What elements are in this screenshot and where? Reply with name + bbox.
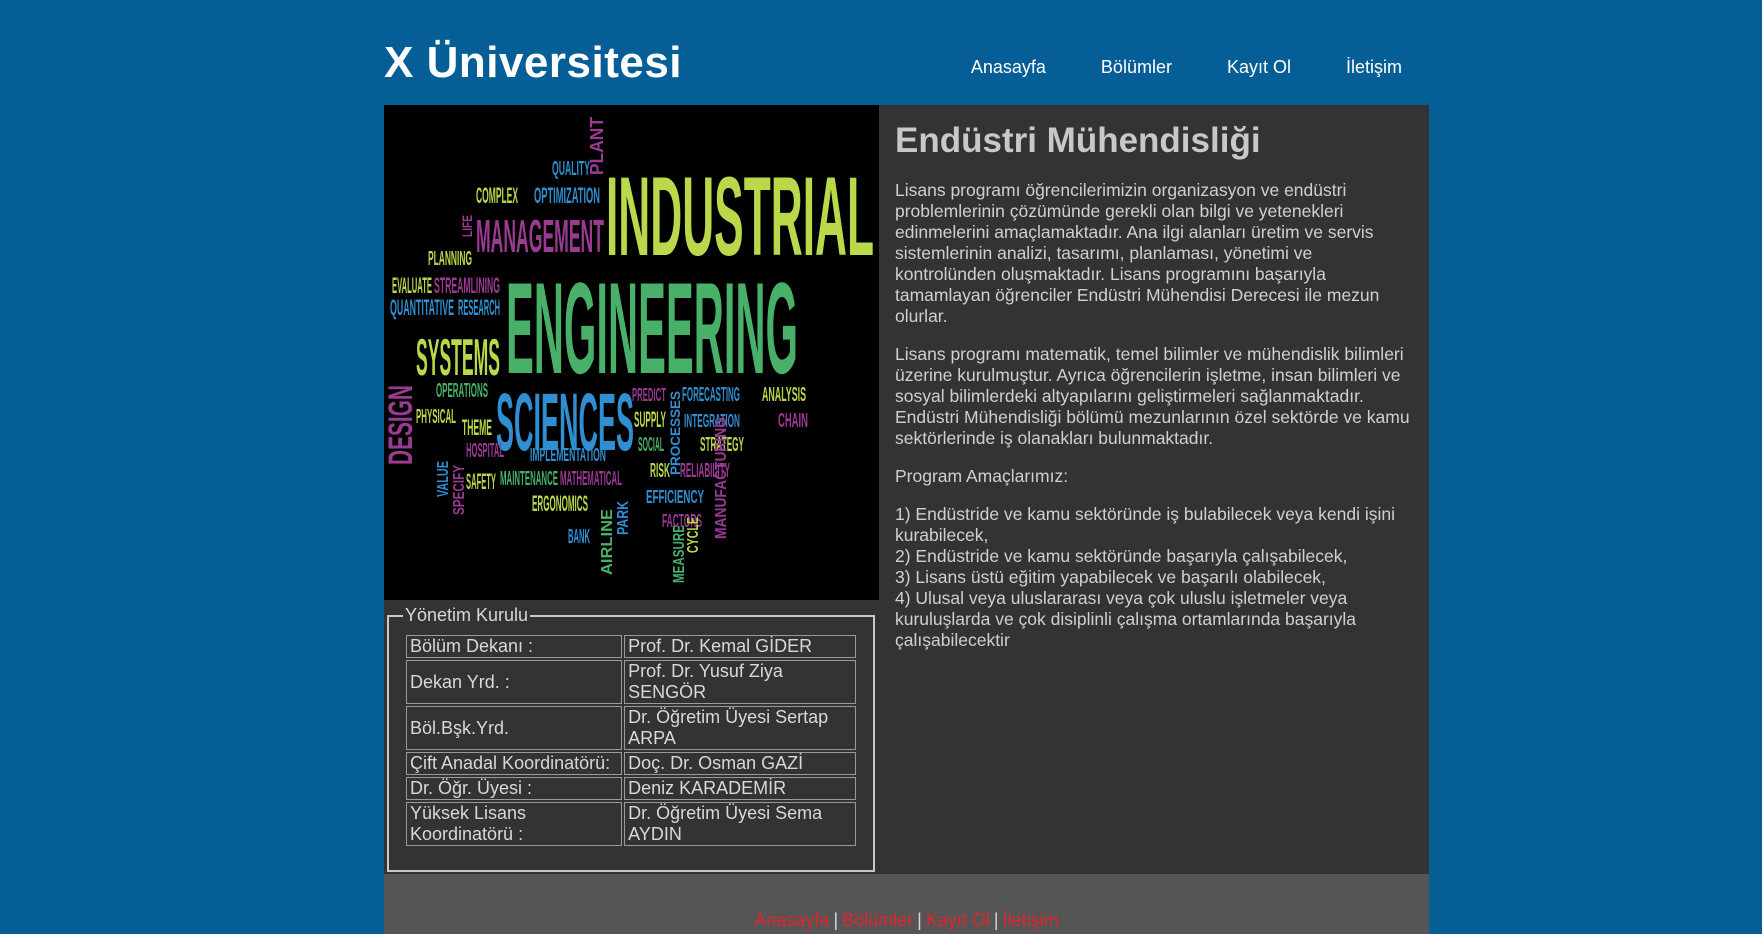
word-cycle: CYCLE — [685, 517, 702, 553]
table-row: Dekan Yrd. : Prof. Dr. Yusuf Ziya SENGÖR — [406, 660, 856, 704]
word-life: LIFE — [459, 215, 475, 237]
word-theme: THEME — [462, 415, 492, 440]
word-maintenance: MAINTENANCE — [500, 468, 558, 490]
word-research: RESEARCH — [458, 295, 500, 320]
word-supply: SUPPLY — [634, 407, 666, 432]
page-title: Endüstri Mühendisliği — [895, 121, 1261, 160]
word-park: PARK — [615, 501, 632, 535]
left-column: INDUSTRIAL ENGINEERING SCIENCES MANAGEME… — [384, 105, 879, 872]
word-airline: AIRLINE — [599, 509, 616, 575]
management-board-fieldset: Yönetim Kurulu Bölüm Dekanı : Prof. Dr. … — [387, 605, 875, 872]
goal-item: 3) Lisans üstü eğitim yapabilecek ve baş… — [895, 567, 1326, 587]
word-bank: BANK — [568, 526, 590, 548]
role-cell: Bölüm Dekanı : — [406, 635, 623, 658]
table-row: Bölüm Dekanı : Prof. Dr. Kemal GİDER — [406, 635, 856, 658]
management-board-table: Bölüm Dekanı : Prof. Dr. Kemal GİDER Dek… — [404, 633, 858, 848]
footer-separator: | — [833, 910, 839, 930]
nav-link-iletisim[interactable]: İletişim — [1346, 57, 1402, 78]
word-mathematical: MATHEMATICAL — [560, 468, 622, 490]
word-social: SOCIAL — [638, 434, 664, 456]
main-content: INDUSTRIAL ENGINEERING SCIENCES MANAGEME… — [384, 105, 1429, 874]
word-efficiency: EFFICIENCY — [646, 487, 704, 507]
word-planning: PLANNING — [428, 248, 472, 270]
word-plant: PLANT — [587, 117, 607, 175]
nav-link-anasayfa[interactable]: Anasayfa — [971, 57, 1046, 78]
goals-list: 1) Endüstride ve kamu sektöründe iş bula… — [895, 504, 1415, 651]
footer-separator: | — [917, 910, 922, 930]
word-systems: SYSTEMS — [416, 329, 500, 387]
goal-item: 1) Endüstride ve kamu sektöründe iş bula… — [895, 504, 1395, 545]
goals-heading: Program Amaçlarımız: — [895, 466, 1069, 486]
word-complex: COMPLEX — [476, 183, 518, 208]
name-cell: Deniz KARADEMİR — [624, 777, 856, 800]
goal-item: 2) Endüstride ve kamu sektöründe başarıy… — [895, 546, 1348, 566]
name-cell: Prof. Dr. Yusuf Ziya SENGÖR — [624, 660, 856, 704]
word-forecasting: FORECASTING — [682, 384, 740, 406]
site-logo[interactable]: X Üniversitesi — [384, 38, 682, 88]
word-analysis: ANALYSIS — [762, 384, 806, 406]
role-cell: Dr. Öğr. Üyesi : — [406, 777, 623, 800]
word-integration: INTEGRATION — [684, 411, 740, 431]
footer-separator: | — [993, 910, 999, 930]
word-chain: CHAIN — [778, 410, 808, 432]
table-row: Yüksek Lisans Koordinatörü : Dr. Öğretim… — [406, 802, 856, 846]
nav-link-kayit-ol[interactable]: Kayıt Ol — [1227, 57, 1291, 78]
role-cell: Yüksek Lisans Koordinatörü : — [406, 802, 623, 846]
goal-item: 4) Ulusal veya uluslararası veya çok ulu… — [895, 588, 1357, 650]
word-quality: QUALITY — [552, 158, 590, 180]
site-footer: Anasayfa | Bölümler | Kayıt Ol | İletişim — [384, 874, 1429, 934]
name-cell: Dr. Öğretim Üyesi Sertap ARPA — [624, 706, 856, 750]
word-design: DESIGN — [384, 385, 420, 465]
word-optimization: OPTIMIZATION — [534, 183, 600, 208]
table-row: Çift Anadal Koordinatörü: Doç. Dr. Osman… — [406, 752, 856, 775]
word-manufacturing: MANUFACTURING — [713, 417, 730, 539]
name-cell: Doç. Dr. Osman GAZİ — [624, 752, 856, 775]
role-cell: Dekan Yrd. : — [406, 660, 623, 704]
word-cloud-svg: INDUSTRIAL ENGINEERING SCIENCES MANAGEME… — [384, 105, 879, 600]
word-management: MANAGEMENT — [476, 210, 604, 262]
word-value: VALUE — [435, 461, 452, 497]
management-board-legend: Yönetim Kurulu — [403, 605, 531, 626]
word-predict: PREDICT — [632, 385, 666, 405]
table-row: Böl.Bşk.Yrd. Dr. Öğretim Üyesi Sertap AR… — [406, 706, 856, 750]
footer-link-anasayfa[interactable]: Anasayfa — [754, 910, 829, 930]
main-nav: Anasayfa Bölümler Kayıt Ol İletişim — [916, 57, 1402, 78]
word-hospital: HOSPITAL — [466, 440, 504, 462]
footer-link-iletisim[interactable]: İletişim — [1003, 910, 1059, 930]
industrial-engineering-word-cloud-image: INDUSTRIAL ENGINEERING SCIENCES MANAGEME… — [384, 105, 879, 600]
word-implementation: IMPLEMENTATION — [530, 445, 606, 465]
footer-link-bolumler[interactable]: Bölümler — [842, 910, 913, 930]
name-cell: Dr. Öğretim Üyesi Sema AYDIN — [624, 802, 856, 846]
right-column: Endüstri Mühendisliği Lisans programı öğ… — [895, 121, 1415, 651]
curriculum-paragraph: Lisans programı matematik, temel bilimle… — [895, 344, 1410, 448]
nav-link-bolumler[interactable]: Bölümler — [1101, 57, 1172, 78]
table-row: Dr. Öğr. Üyesi : Deniz KARADEMİR — [406, 777, 856, 800]
intro-paragraph: Lisans programı öğrencilerimizin organiz… — [895, 180, 1380, 326]
role-cell: Çift Anadal Koordinatörü: — [406, 752, 623, 775]
word-physical: PHYSICAL — [416, 406, 456, 428]
name-cell: Prof. Dr. Kemal GİDER — [624, 635, 856, 658]
page-container: X Üniversitesi Anasayfa Bölümler Kayıt O… — [384, 0, 1429, 934]
word-safety: SAFETY — [466, 469, 496, 494]
word-ergonomics: ERGONOMICS — [532, 491, 588, 516]
role-cell: Böl.Bşk.Yrd. — [406, 706, 623, 750]
site-header: X Üniversitesi Anasayfa Bölümler Kayıt O… — [384, 0, 1429, 105]
word-quantitative: QUANTITATIVE — [390, 295, 454, 320]
word-operations: OPERATIONS — [436, 380, 488, 402]
footer-link-kayit-ol[interactable]: Kayıt Ol — [926, 910, 990, 930]
